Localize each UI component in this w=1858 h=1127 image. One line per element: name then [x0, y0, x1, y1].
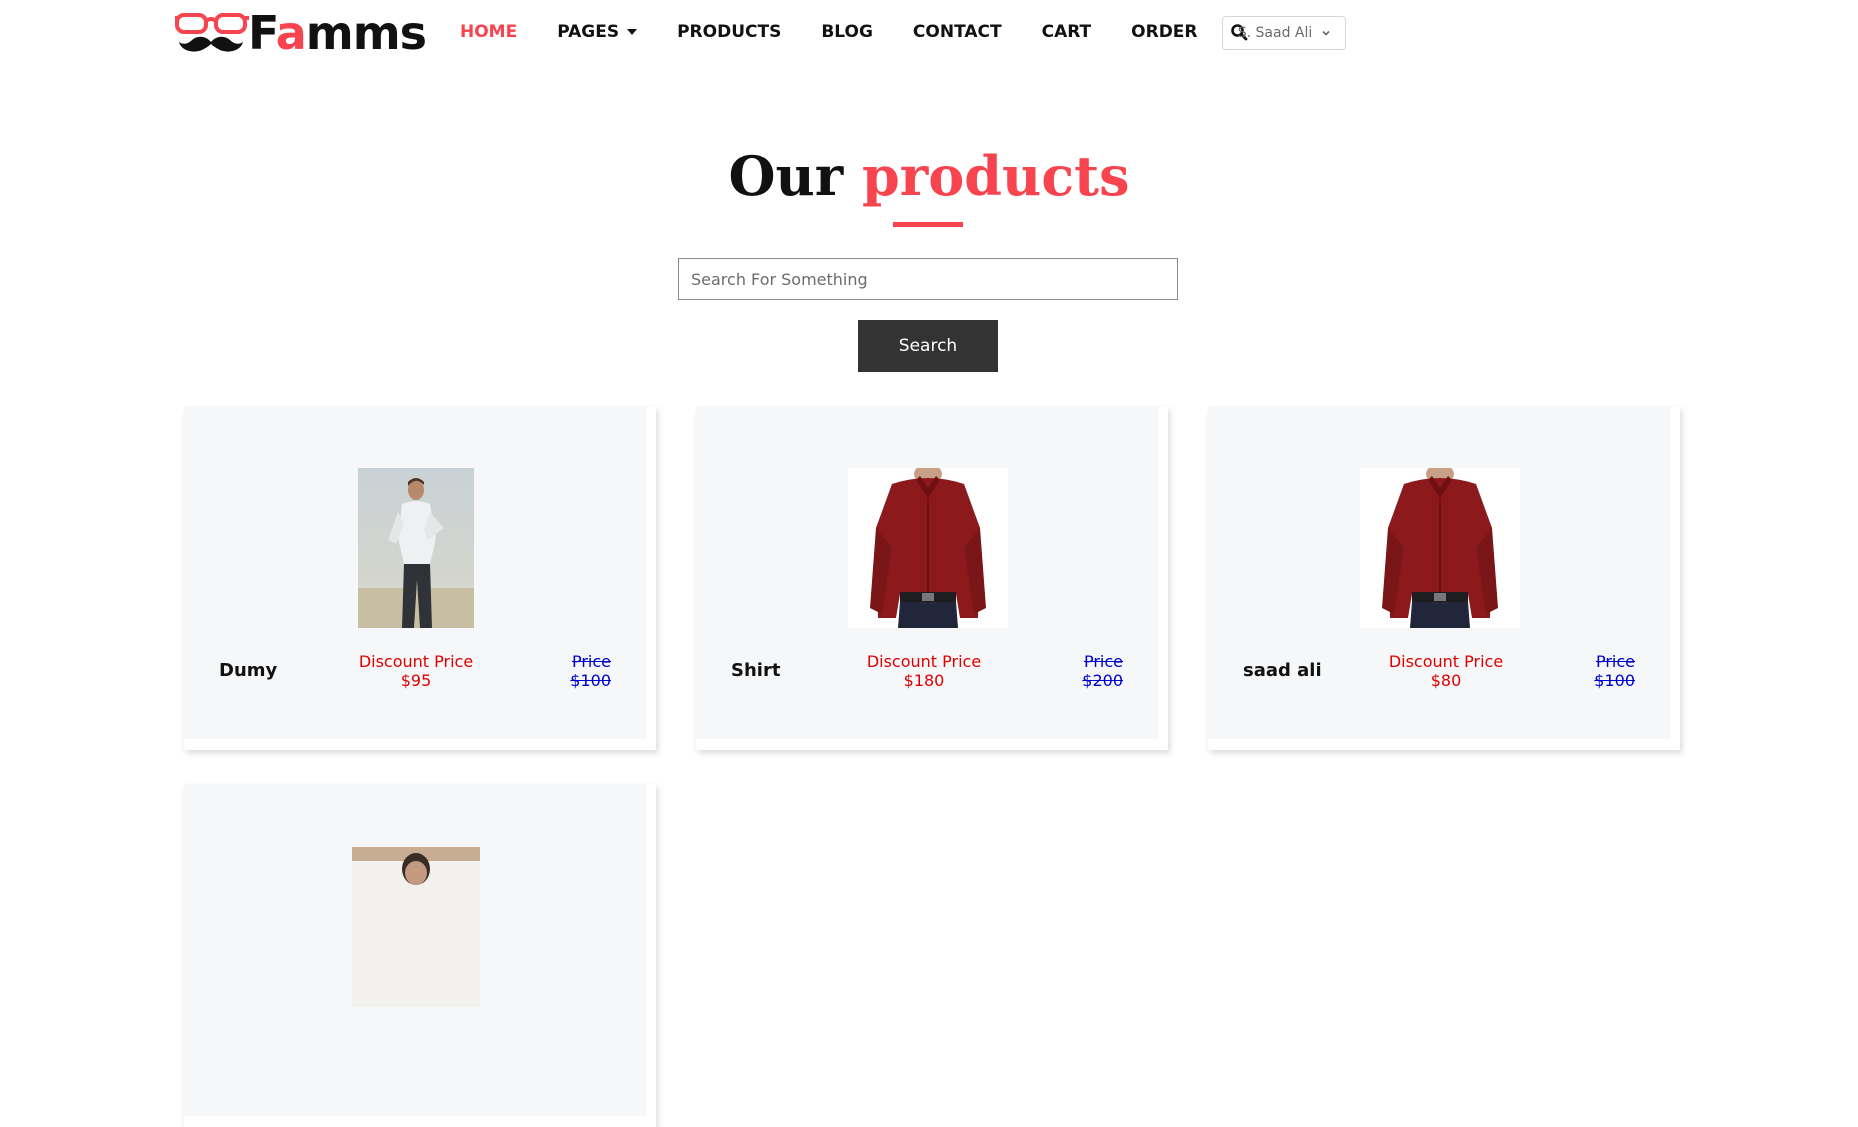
discount-price-value: $180 — [903, 671, 945, 690]
product-name: Dumy — [219, 660, 278, 681]
original-price-value: $200 — [1082, 671, 1123, 690]
discount-price-label: Discount Price — [358, 652, 474, 671]
nav-products-label: PRODUCTS — [677, 22, 782, 42]
original-price-label: Price — [1595, 652, 1635, 671]
logo[interactable]: Famms — [174, 10, 427, 56]
original-price-label: Price — [1083, 652, 1123, 671]
nav-order-label: ORDER — [1131, 22, 1198, 42]
nav-blog-label: BLOG — [821, 22, 873, 42]
brand-name-suffix: mms — [305, 6, 427, 60]
product-card-body: Shirt Discount Price $180 Price $200 — [696, 407, 1158, 739]
product-name: saad ali — [1243, 660, 1322, 681]
page-title-main: Our — [728, 144, 844, 208]
nav-pages[interactable]: PAGES — [557, 22, 638, 42]
nav-products[interactable]: PRODUCTS — [677, 22, 781, 42]
nav-contact[interactable]: CONTACT — [913, 22, 1002, 42]
brand-name-accent: a — [275, 6, 307, 60]
nav-cart[interactable]: CART — [1042, 22, 1092, 42]
nav-blog[interactable]: BLOG — [821, 22, 873, 42]
product-image — [1360, 468, 1520, 628]
caret-down-icon — [627, 29, 638, 35]
original-price-value: $100 — [1594, 671, 1635, 690]
original-price-label: Price — [571, 652, 611, 671]
nav-contact-label: CONTACT — [912, 22, 1002, 42]
discount-price: Discount Price $180 — [844, 652, 1004, 690]
product-card[interactable]: saad ali Discount Price $80 Price $100 — [1208, 407, 1680, 750]
nav-order[interactable]: ORDER — [1131, 22, 1197, 42]
chevron-down-icon — [1322, 31, 1330, 36]
discount-price: Discount Price $95 — [336, 652, 496, 690]
original-price: Price $100 — [570, 652, 611, 690]
brand-name-prefix: F — [248, 6, 277, 60]
product-card-body: Dumy Discount Price $95 Price $100 — [184, 407, 646, 739]
header: Famms HOME PAGES PRODUCTS BLOG CONTACT C… — [0, 0, 1858, 66]
discount-price-label: Discount Price — [866, 652, 982, 671]
product-image — [358, 468, 474, 628]
original-price: Price $200 — [1082, 652, 1123, 690]
product-card[interactable] — [184, 784, 656, 1127]
main-nav: HOME PAGES PRODUCTS BLOG CONTACT CART OR… — [460, 22, 1248, 42]
user-dropdown[interactable]: S. Saad Ali — [1222, 16, 1346, 50]
user-name: S. Saad Ali — [1237, 25, 1313, 41]
search-input[interactable] — [678, 258, 1178, 300]
product-card-body — [184, 784, 646, 1116]
product-card[interactable]: Dumy Discount Price $95 Price $100 — [184, 407, 656, 750]
page-title-accent: products — [862, 144, 1130, 208]
discount-price-value: $95 — [400, 671, 432, 690]
discount-price-value: $80 — [1430, 671, 1462, 690]
product-image — [352, 847, 480, 1007]
glasses-mustache-icon — [175, 13, 249, 52]
discount-price: Discount Price $80 — [1366, 652, 1526, 690]
nav-home-label: HOME — [460, 22, 518, 42]
original-price: Price $100 — [1594, 652, 1635, 690]
product-name: Shirt — [731, 660, 781, 681]
product-image — [848, 468, 1008, 628]
product-card[interactable]: Shirt Discount Price $180 Price $200 — [696, 407, 1168, 750]
product-card-body: saad ali Discount Price $80 Price $100 — [1208, 407, 1670, 739]
original-price-value: $100 — [570, 671, 611, 690]
nav-pages-label: PAGES — [557, 22, 620, 42]
nav-cart-label: CART — [1041, 22, 1092, 42]
search-button[interactable]: Search — [858, 320, 998, 372]
page-title: Our products — [0, 144, 1858, 208]
nav-home[interactable]: HOME — [460, 22, 517, 42]
title-underline — [893, 222, 963, 227]
discount-price-label: Discount Price — [1388, 652, 1504, 671]
brand-name: Famms — [248, 10, 427, 56]
